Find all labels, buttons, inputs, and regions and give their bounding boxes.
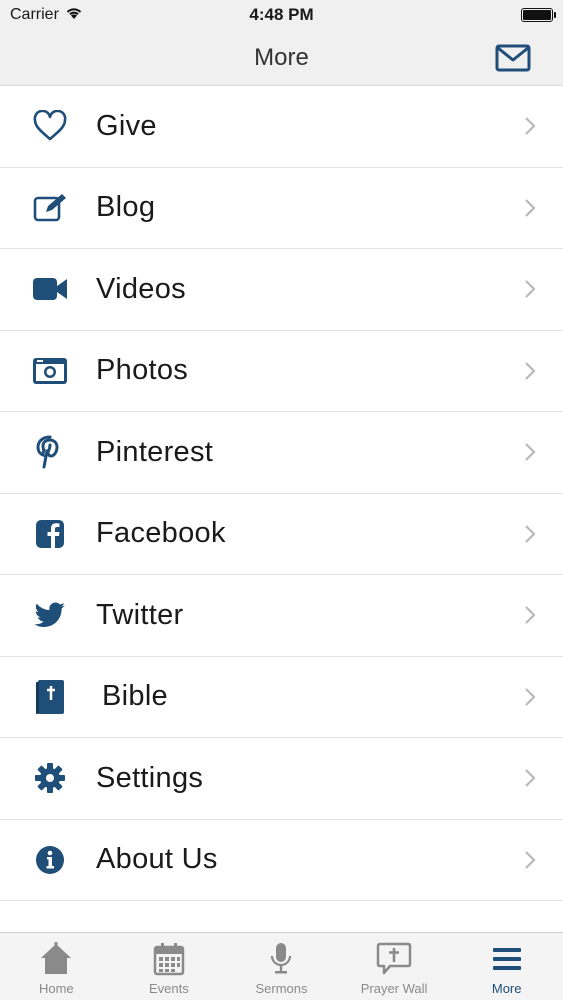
twitter-icon xyxy=(30,595,70,635)
tab-more[interactable]: More xyxy=(450,933,563,1000)
menu-item-about-us[interactable]: About Us xyxy=(0,820,563,901)
status-left: Carrier xyxy=(10,6,190,25)
info-icon xyxy=(30,840,70,880)
tab-sermons[interactable]: Sermons xyxy=(225,933,338,1000)
camera-icon xyxy=(30,351,70,391)
menu-item-label: Twitter xyxy=(96,598,184,631)
home-icon xyxy=(38,941,74,977)
chevron-right-icon xyxy=(525,524,536,543)
chevron-right-icon xyxy=(525,280,536,299)
menu-item-label: Blog xyxy=(96,191,156,224)
menu-item-bible[interactable]: Bible xyxy=(0,657,563,738)
edit-icon xyxy=(30,188,70,228)
navigation-bar: More xyxy=(0,30,563,86)
menu-item-give[interactable]: Give xyxy=(0,86,563,168)
battery-icon xyxy=(521,8,556,22)
chevron-right-icon xyxy=(525,198,536,217)
menu-icon xyxy=(489,941,525,977)
menu-item-photos[interactable]: Photos xyxy=(0,331,563,412)
video-camera-icon xyxy=(30,269,70,309)
tab-label: Home xyxy=(38,981,74,996)
chevron-right-icon xyxy=(525,850,536,869)
menu-item-pinterest[interactable]: Pinterest xyxy=(0,412,563,494)
calendar-icon xyxy=(151,941,187,977)
bible-icon xyxy=(30,677,70,717)
facebook-icon xyxy=(30,514,70,554)
chevron-right-icon xyxy=(525,769,536,788)
tab-label: Events xyxy=(149,981,189,996)
menu-item-label: Facebook xyxy=(96,517,226,550)
menu-item-label: Videos xyxy=(96,272,186,305)
tab-prayer-wall[interactable]: Prayer Wall xyxy=(338,933,451,1000)
status-bar: Carrier 4:48 PM xyxy=(0,0,563,30)
wifi-icon xyxy=(65,6,83,25)
tab-events[interactable]: Events xyxy=(113,933,226,1000)
heart-icon xyxy=(30,106,70,146)
microphone-icon xyxy=(263,941,299,977)
menu-item-label: Bible xyxy=(102,680,168,713)
tab-label: More xyxy=(491,981,522,996)
status-right xyxy=(373,8,556,22)
prayer-icon xyxy=(376,941,412,977)
chevron-right-icon xyxy=(525,687,536,706)
menu-item-blog[interactable]: Blog xyxy=(0,168,563,249)
menu-item-label: Give xyxy=(96,109,157,142)
menu-item-label: About Us xyxy=(96,843,218,876)
menu-item-label: Settings xyxy=(96,761,204,794)
menu-item-facebook[interactable]: Facebook xyxy=(0,494,563,575)
tab-bar: Home Events Sermons Prayer Wall More xyxy=(0,932,563,1000)
page-title: More xyxy=(254,43,309,71)
carrier-label: Carrier xyxy=(10,6,59,23)
menu-item-twitter[interactable]: Twitter xyxy=(0,575,563,657)
menu-item-videos[interactable]: Videos xyxy=(0,249,563,331)
menu-item-label: Pinterest xyxy=(96,435,214,468)
pinterest-icon xyxy=(30,432,70,472)
tab-label: Sermons xyxy=(255,981,308,996)
chevron-right-icon xyxy=(525,443,536,462)
tab-home[interactable]: Home xyxy=(0,933,113,1000)
mail-button[interactable] xyxy=(493,42,533,74)
chevron-right-icon xyxy=(525,117,536,136)
tab-label: Prayer Wall xyxy=(360,981,428,996)
chevron-right-icon xyxy=(525,606,536,625)
menu-list: Give Blog Videos Photos Pinterest Facebo… xyxy=(0,86,563,901)
menu-item-settings[interactable]: Settings xyxy=(0,738,563,820)
menu-item-label: Photos xyxy=(96,354,189,387)
gear-icon xyxy=(30,758,70,798)
chevron-right-icon xyxy=(525,361,536,380)
status-time: 4:48 PM xyxy=(249,5,314,24)
mail-icon xyxy=(495,44,531,72)
